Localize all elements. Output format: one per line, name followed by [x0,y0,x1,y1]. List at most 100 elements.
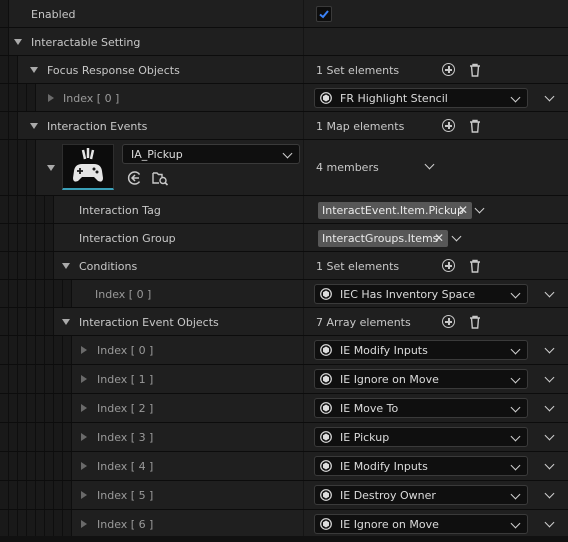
collapse-arrow-icon[interactable] [62,263,70,269]
unreal-asset-icon [320,344,332,356]
plus-circle-icon[interactable] [442,315,455,328]
interaction-events-row: Interaction Events 1 Map elements [0,112,568,140]
input-action-combo[interactable]: IA_Pickup [122,144,300,164]
focus-response-object-combo[interactable]: FR Highlight Stencil [314,88,528,108]
focus-response-count: 1 Set elements [316,64,400,77]
interaction-tag-label: Interaction Tag [79,204,161,217]
conditions-row: Conditions 1 Set elements [0,252,568,280]
expand-arrow-icon[interactable] [48,94,54,102]
index-label: Index [ 0 ] [97,344,154,357]
conditions-label: Conditions [79,260,138,273]
event-object-row: Index [ 2 ] IE Move To [0,394,568,423]
index-label: Index [ 3 ] [97,431,154,444]
enabled-row: Enabled [0,0,568,28]
event-object-combo[interactable]: IE Pickup [314,427,528,447]
event-object-row: Index [ 0 ] IE Modify Inputs [0,336,568,365]
unreal-asset-icon [320,518,332,530]
event-object-combo[interactable]: IE Move To [314,398,528,418]
trash-icon[interactable] [468,119,482,133]
unreal-asset-icon [320,460,332,472]
plus-circle-icon[interactable] [442,119,455,132]
focus-response-index-row: Index [ 0 ] FR Highlight Stencil [0,84,568,112]
chevron-down-icon [510,460,521,471]
members-count: 4 members [316,161,379,174]
plus-circle-icon[interactable] [442,259,455,272]
arrow-left-circle-icon[interactable] [127,170,143,186]
index-label: Index [ 5 ] [97,489,154,502]
event-object-row: Index [ 1 ] IE Ignore on Move [0,365,568,394]
conditions-count: 1 Set elements [316,260,400,273]
event-object-combo[interactable]: IE Ignore on Move [314,369,528,389]
tag-text: InteractGroups.Items [322,232,439,245]
expand-arrow-icon[interactable] [81,520,87,528]
close-icon[interactable]: ✕ [434,230,444,247]
bottom-edge [0,536,568,542]
event-object-combo[interactable]: IE Modify Inputs [314,456,528,476]
combo-text: IE Modify Inputs [340,344,428,357]
combo-text: IE Ignore on Move [340,373,439,386]
event-object-row: Index [ 3 ] IE Pickup [0,423,568,452]
close-icon[interactable]: ✕ [458,202,468,219]
trash-icon[interactable] [468,63,482,77]
combo-text: FR Highlight Stencil [340,92,448,105]
chevron-down-icon [510,373,521,384]
index-label: Index [ 1 ] [97,373,154,386]
chevron-down-icon [510,518,521,529]
event-object-combo[interactable]: IE Modify Inputs [314,340,528,360]
conditions-index-row: Index [ 0 ] IEC Has Inventory Space [0,280,568,308]
event-objects-label: Interaction Event Objects [79,316,219,329]
event-object-combo[interactable]: IE Ignore on Move [314,514,528,534]
collapse-arrow-icon[interactable] [62,319,70,325]
input-action-text: IA_Pickup [131,148,183,161]
chevron-down-icon [510,402,521,413]
enabled-checkbox[interactable] [316,6,332,22]
collapse-arrow-icon[interactable] [47,165,55,171]
index-label: Index [ 4 ] [97,460,154,473]
enabled-label: Enabled [31,8,76,21]
index-label: Index [ 0 ] [63,92,120,105]
index-label: Index [ 6 ] [97,518,154,531]
collapse-arrow-icon[interactable] [30,67,38,73]
event-objects-count: 7 Array elements [316,316,411,329]
combo-text: IE Modify Inputs [340,460,428,473]
expand-arrow-icon[interactable] [81,491,87,499]
focus-response-row: Focus Response Objects 1 Set elements [0,56,568,84]
folder-search-icon[interactable] [152,170,169,186]
collapse-arrow-icon[interactable] [14,39,22,45]
asset-thumbnail[interactable] [62,144,114,190]
combo-text: IE Ignore on Move [340,518,439,531]
unreal-asset-icon [320,402,332,414]
event-object-row: Index [ 4 ] IE Modify Inputs [0,452,568,481]
plus-circle-icon[interactable] [442,63,455,76]
chevron-down-icon [510,431,521,442]
chevron-down-icon [282,148,293,159]
unreal-asset-icon [320,288,332,300]
trash-icon[interactable] [468,315,482,329]
combo-text: IE Pickup [340,431,390,444]
checkmark-icon [319,10,329,19]
event-object-combo[interactable]: IE Destroy Owner [314,485,528,505]
expand-arrow-icon[interactable] [81,375,87,383]
collapse-arrow-icon[interactable] [30,123,38,129]
condition-object-combo[interactable]: IEC Has Inventory Space [314,284,528,304]
interactable-setting-label: Interactable Setting [31,36,141,49]
interaction-group-row: Interaction Group InteractGroups.Items ✕ [0,224,568,252]
gameplay-tag-chip[interactable]: InteractEvent.Item.Pickup ✕ [318,202,472,219]
interactable-setting-row[interactable]: Interactable Setting [0,28,568,56]
trash-icon[interactable] [468,259,482,273]
expand-arrow-icon[interactable] [81,404,87,412]
chevron-down-icon [510,344,521,355]
chevron-down-icon [510,92,521,103]
unreal-asset-icon [320,431,332,443]
tag-text: InteractEvent.Item.Pickup [322,204,464,217]
index-label: Index [ 0 ] [95,288,152,301]
interaction-events-label: Interaction Events [47,120,148,133]
gameplay-tag-chip[interactable]: InteractGroups.Items ✕ [318,230,448,247]
combo-text: IE Destroy Owner [340,489,436,502]
combo-text: IE Move To [340,402,399,415]
expand-arrow-icon[interactable] [81,462,87,470]
expand-arrow-icon[interactable] [81,346,87,354]
event-object-row: Index [ 5 ] IE Destroy Owner [0,481,568,510]
expand-arrow-icon[interactable] [81,433,87,441]
event-objects-row: Interaction Event Objects 7 Array elemen… [0,308,568,336]
